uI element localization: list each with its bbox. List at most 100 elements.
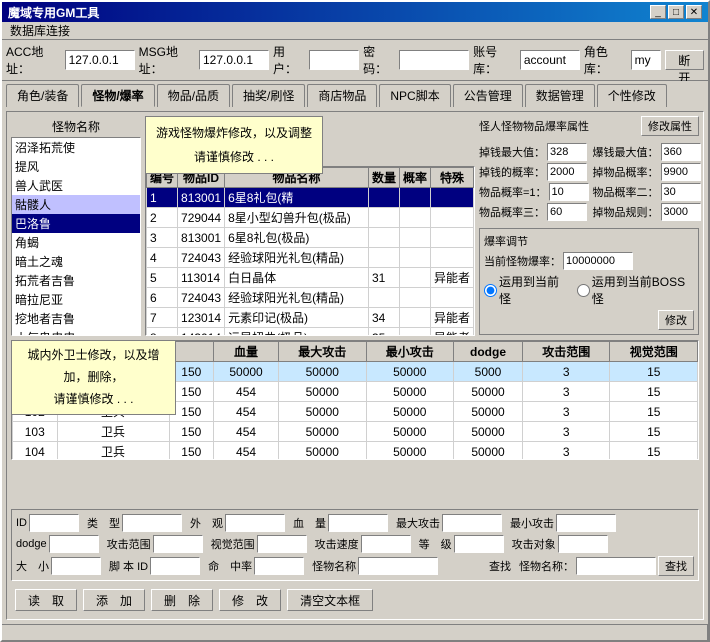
close-button[interactable]: ✕: [686, 5, 702, 19]
maximize-button[interactable]: □: [668, 5, 684, 19]
field-level-input[interactable]: [454, 535, 504, 553]
monster-item-0[interactable]: 沼泽拓荒使: [12, 138, 140, 157]
monster-list-container[interactable]: 沼泽拓荒使 提风 兽人武医 骷髅人 巴洛鲁 角蝎 暗土之魂 拓荒者吉鲁 暗拉尼亚…: [11, 137, 141, 336]
drop-val-input[interactable]: [547, 143, 587, 161]
field-level: 等 级: [419, 535, 504, 553]
field-view-range: 视觉范围: [211, 535, 307, 553]
monster-item-1[interactable]: 提风: [12, 157, 140, 176]
field-view-range-input[interactable]: [257, 535, 307, 553]
field-type-input[interactable]: [122, 514, 182, 532]
field-dodge-label: dodge: [16, 538, 47, 550]
g-col-min-atk: 最小攻击: [366, 342, 453, 362]
drop-rate-input[interactable]: [547, 163, 587, 181]
item-row-1[interactable]: 27290448星小型幻兽升包(极品): [147, 208, 474, 228]
tab-personal[interactable]: 个性修改: [597, 84, 667, 107]
rate-modify-button[interactable]: 修改: [658, 310, 694, 330]
delete-button[interactable]: 删 除: [151, 589, 213, 611]
item-table-container[interactable]: 编号 物品ID 物品名称 数量 概率 特殊 18130016星8礼包(精2729…: [145, 166, 475, 336]
guard-row-4[interactable]: 104卫兵150454500005000050000315: [13, 442, 698, 461]
field-target-input[interactable]: [558, 535, 608, 553]
item-row-7[interactable]: 8143014运异扭曲(极品)35异能者: [147, 328, 474, 337]
item-rate2-input[interactable]: [661, 183, 701, 201]
field-view-range-label: 视觉范围: [211, 536, 255, 552]
field-blood-input[interactable]: [328, 514, 388, 532]
item-table: 编号 物品ID 物品名称 数量 概率 特殊 18130016星8礼包(精2729…: [146, 167, 474, 336]
field-speed-input[interactable]: [361, 535, 411, 553]
search-monster-input[interactable]: [576, 557, 656, 575]
field-script-input[interactable]: [150, 557, 200, 575]
role-label: 角色库：: [584, 43, 627, 77]
item-rule-input[interactable]: [661, 203, 701, 221]
tab-character[interactable]: 角色/装备: [6, 84, 79, 107]
field-id: ID: [16, 514, 79, 532]
item-row-6[interactable]: 7123014元素印记(极品)34异能者: [147, 308, 474, 328]
add-button[interactable]: 添 加: [83, 589, 145, 611]
pwd-input[interactable]: [399, 50, 469, 70]
read-button[interactable]: 读 取: [15, 589, 77, 611]
field-speed-label: 攻击速度: [315, 536, 359, 552]
minimize-button[interactable]: _: [650, 5, 666, 19]
tab-shop[interactable]: 商店物品: [307, 84, 377, 107]
item-row-3[interactable]: 4724043经验球阳光礼包(精品): [147, 248, 474, 268]
monster-item-2[interactable]: 兽人武医: [12, 176, 140, 195]
search-monster-row: 怪物名称： 查找: [519, 556, 694, 576]
tab-item[interactable]: 物品/品质: [157, 84, 230, 107]
item-row-0[interactable]: 18130016星8礼包(精: [147, 188, 474, 208]
current-rate-input[interactable]: [563, 252, 633, 270]
field-dodge-input[interactable]: [49, 535, 99, 553]
drop-item-input[interactable]: [661, 163, 701, 181]
item-row-4[interactable]: 5113014白日晶体31异能者: [147, 268, 474, 288]
monster-item-6[interactable]: 暗土之魂: [12, 252, 140, 271]
radio-current[interactable]: [484, 284, 497, 297]
field-size-input[interactable]: [51, 557, 101, 575]
guard-row-3[interactable]: 103卫兵150454500005000050000315: [13, 422, 698, 442]
monster-item-8[interactable]: 暗拉尼亚: [12, 290, 140, 309]
modify-attr-button[interactable]: 修改属性: [641, 116, 699, 136]
field-min-atk-input[interactable]: [556, 514, 616, 532]
tab-lottery[interactable]: 抽奖/刷怪: [232, 84, 305, 107]
monster-item-3[interactable]: 骷髅人: [12, 195, 140, 214]
item-row-2[interactable]: 38130016星8礼包(极品): [147, 228, 474, 248]
tab-npc[interactable]: NPC脚本: [379, 84, 450, 107]
right-panel-title: 怪人怪物物品爆率属性: [479, 118, 589, 134]
blast-max-input[interactable]: [661, 143, 701, 161]
item-row-5[interactable]: 6724043经验球阳光礼包(精品): [147, 288, 474, 308]
db-input[interactable]: [520, 50, 580, 70]
monster-item-10[interactable]: 小气鬼皮皮: [12, 328, 140, 336]
field-min-atk-label: 最小攻击: [510, 515, 554, 531]
clear-button[interactable]: 清空文本框: [287, 589, 373, 611]
field-atk-range-input[interactable]: [153, 535, 203, 553]
msg-input[interactable]: [199, 50, 269, 70]
field-max-atk-input[interactable]: [442, 514, 502, 532]
drop-item-row: 掉物品概率：: [593, 163, 701, 181]
tab-data[interactable]: 数据管理: [525, 84, 595, 107]
field-view-input[interactable]: [225, 514, 285, 532]
field-id-input[interactable]: [29, 514, 79, 532]
user-input[interactable]: [309, 50, 359, 70]
field-death-input[interactable]: [254, 557, 304, 575]
rate-adjust-section: 爆率调节 当前怪物爆率： 运用到当前怪: [479, 228, 699, 335]
monster-list-title: 怪物名称: [11, 116, 141, 137]
monster-item-5[interactable]: 角蝎: [12, 233, 140, 252]
monster-tooltip: 游戏怪物爆炸修改，以及调整 请谨慎修改 . . .: [145, 116, 323, 174]
disconnect-button[interactable]: 断开: [665, 50, 704, 70]
tab-monster[interactable]: 怪物/爆率: [81, 84, 154, 107]
radio-current-label[interactable]: 运用到当前怪: [484, 273, 569, 307]
field-mname-input[interactable]: [358, 557, 438, 575]
monster-item-4[interactable]: 巴洛鲁: [12, 214, 140, 233]
role-input[interactable]: [631, 50, 661, 70]
tab-announce[interactable]: 公告管理: [453, 84, 523, 107]
search-monster-button[interactable]: 查找: [658, 556, 694, 576]
field-blood-label: 血 量: [293, 515, 326, 531]
status-bar: [2, 624, 708, 640]
modify-button[interactable]: 修 改: [219, 589, 281, 611]
acc-input[interactable]: [65, 50, 135, 70]
radio-boss[interactable]: [577, 284, 590, 297]
radio-boss-label[interactable]: 运用到当前BOSS怪: [577, 273, 694, 307]
monster-item-9[interactable]: 挖地者吉鲁: [12, 309, 140, 328]
status-text: [2, 625, 708, 640]
item-rate1-input[interactable]: [549, 183, 589, 201]
item-rate3-input[interactable]: [547, 203, 587, 221]
monster-item-7[interactable]: 拓荒者吉鲁: [12, 271, 140, 290]
menu-database[interactable]: 数据库连接: [6, 21, 74, 40]
